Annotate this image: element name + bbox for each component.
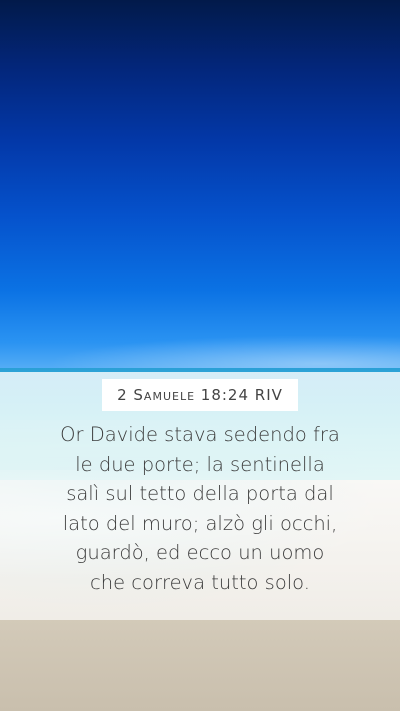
verse-text: Or Davide stava sedendo fra le due porte… bbox=[20, 420, 380, 597]
verse-line: Or Davide stava sedendo fra bbox=[60, 423, 340, 446]
sky-background bbox=[0, 0, 400, 372]
verse-reference: 2 Samuele 18:24 RIV bbox=[117, 386, 283, 404]
verse-line: salì sul tetto della porta dal bbox=[66, 482, 334, 505]
verse-line: lato del muro; alzò gli occhi, bbox=[62, 511, 338, 535]
verse-reference-badge: 2 Samuele 18:24 RIV bbox=[102, 379, 298, 411]
verse-line: che correva tutto solo. bbox=[90, 570, 310, 594]
verse-line: guardò, ed ecco un uomo bbox=[75, 541, 325, 564]
horizon-haze bbox=[0, 330, 400, 372]
verse-line: le due porte; la sentinella bbox=[75, 452, 325, 476]
